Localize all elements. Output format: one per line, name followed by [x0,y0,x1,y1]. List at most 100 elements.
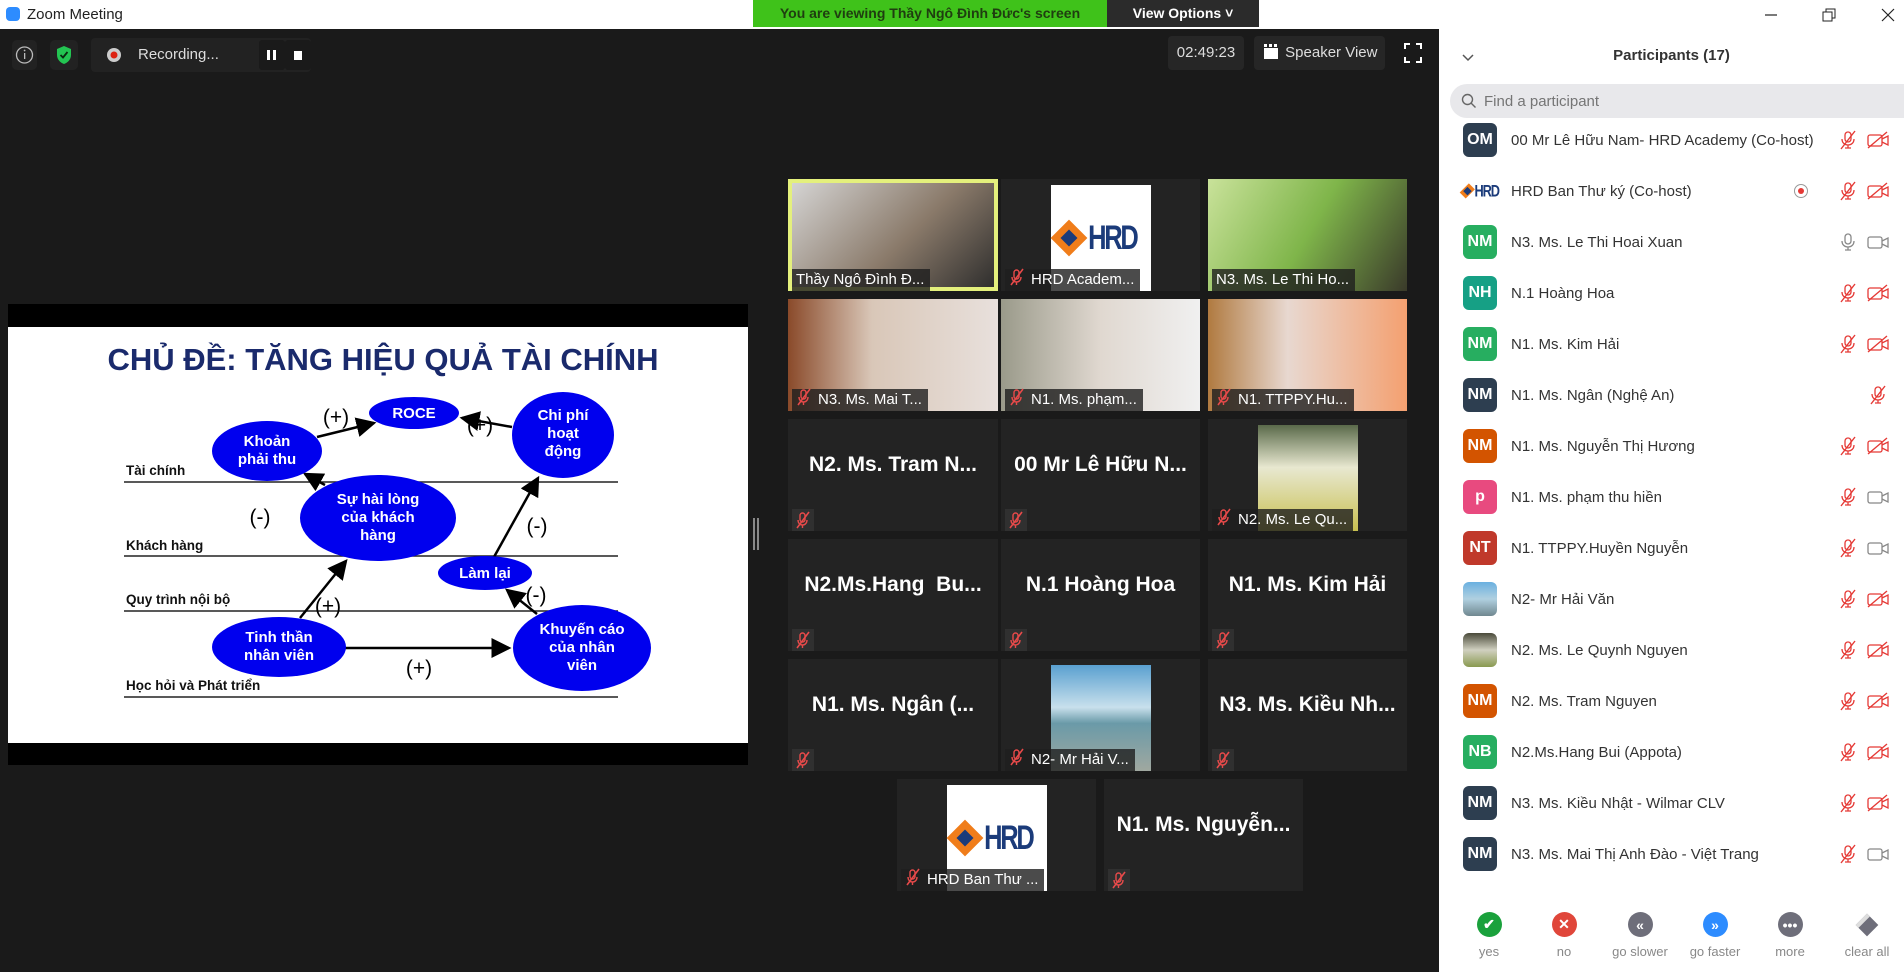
participant-name: N1. TTPPY.Hu... [1238,391,1348,408]
muted-mic-icon[interactable] [1867,384,1889,406]
video-tile[interactable]: N1. Ms. Nguyễn... [1104,779,1303,891]
participant-row[interactable]: NM N3. Ms. Mai Thị Anh Đào - Việt Trang [1439,832,1904,876]
video-tile[interactable]: HRD HRD Ban Thư ... [897,779,1096,891]
participant-name: N1. Ms. phạm thu hiền [1511,488,1662,506]
participant-row[interactable]: NM N1. Ms. Ngân (Nghệ An) [1439,373,1904,417]
hrd-logo-text: HRD [1088,218,1139,257]
muted-mic-icon[interactable] [1837,639,1859,661]
avatar-initials: NM [1467,692,1493,709]
video-tile[interactable]: N1. Ms. Kim Hải [1208,539,1407,651]
camera-off-icon[interactable] [1867,639,1889,661]
video-tile[interactable]: N2. Ms. Tram N... [788,419,998,531]
camera-off-icon[interactable] [1867,690,1889,712]
participant-name: N3. Ms. Mai T... [818,391,922,408]
layout-icon [1264,44,1278,59]
video-tile[interactable]: N1. TTPPY.Hu... [1208,299,1407,411]
participant-search-input[interactable] [1484,84,1884,118]
participant-row[interactable]: NH N.1 Hoàng Hoa [1439,271,1904,315]
muted-mic-icon[interactable] [1837,843,1859,865]
speaker-view-button[interactable]: Speaker View [1254,36,1385,70]
feedback-more-button[interactable]: ••• more [1755,912,1825,959]
pause-recording-button[interactable] [259,40,285,70]
meeting-info-icon[interactable] [12,40,37,70]
participant-name: N.1 Hoàng Hoa [1025,573,1176,596]
video-tile[interactable]: N1. Ms. phạm... [1001,299,1200,411]
camera-off-icon[interactable] [1867,180,1889,202]
feedback-clear-all-button[interactable]: clear all [1832,912,1902,959]
muted-mic-icon[interactable] [1837,333,1859,355]
muted-mic-icon[interactable] [1837,588,1859,610]
camera-off-icon[interactable] [1867,333,1889,355]
mic-icon[interactable] [1837,231,1859,253]
participant-row[interactable]: OM 00 Mr Lê Hữu Nam- HRD Academy (Co-host… [1439,118,1904,162]
participant-name: N1. Ms. Kim Hải [1511,335,1620,353]
participant-row[interactable]: N2- Mr Hải Văn [1439,577,1904,621]
video-tile[interactable]: N2.Ms.Hang Bu... [788,539,998,651]
participant-row[interactable]: NM N1. Ms. Nguyễn Thị Hương [1439,424,1904,468]
security-shield-icon[interactable] [50,40,78,70]
feedback-yes-button[interactable]: ✔ yes [1454,912,1524,959]
muted-mic-icon[interactable] [1837,435,1859,457]
video-tile[interactable]: HRD HRD Academ... [1001,179,1200,291]
participant-row[interactable]: NT N1. TTPPY.Huyền Nguyễn [1439,526,1904,570]
fullscreen-icon[interactable] [1402,40,1424,66]
muted-mic-icon[interactable] [1837,180,1859,202]
participant-row[interactable]: NB N2.Ms.Hang Bui (Appota) [1439,730,1904,774]
camera-off-icon[interactable] [1867,129,1889,151]
camera-off-icon[interactable] [1867,588,1889,610]
avatar [1463,633,1497,667]
camera-off-icon[interactable] [1867,741,1889,763]
feedback-label: more [1775,944,1805,959]
camera-icon[interactable] [1867,843,1889,865]
participant-row[interactable]: N2. Ms. Le Quynh Nguyen [1439,628,1904,672]
camera-icon[interactable] [1867,486,1889,508]
stop-recording-button[interactable] [285,40,311,70]
participant-row[interactable]: NM N1. Ms. Kim Hải [1439,322,1904,366]
restore-icon[interactable] [1817,4,1841,26]
minimize-icon[interactable] [1759,4,1783,26]
video-tile[interactable]: N2- Mr Hải V... [1001,659,1200,771]
view-options-button[interactable]: View Options ˅ [1107,0,1259,27]
node-label: nhân viên [244,647,314,664]
camera-off-icon[interactable] [1867,282,1889,304]
feedback-no-button[interactable]: ✕ no [1529,912,1599,959]
participant-row[interactable]: NM N3. Ms. Kiều Nhật - Wilmar CLV [1439,781,1904,825]
video-tile[interactable]: N.1 Hoàng Hoa [1001,539,1200,651]
participant-name: N1. Ms. Kim Hải [1228,573,1387,596]
muted-mic-icon[interactable] [1837,792,1859,814]
video-tile[interactable]: N3. Ms. Mai T... [788,299,998,411]
participant-row[interactable]: p N1. Ms. phạm thu hiền [1439,475,1904,519]
video-tile[interactable]: N3. Ms. Kiều Nh... [1208,659,1407,771]
feedback-go-faster-button[interactable]: » go faster [1680,912,1750,959]
camera-icon[interactable] [1867,231,1889,253]
go-slower-icon: « [1627,912,1653,937]
feedback-go-slower-button[interactable]: « go slower [1605,912,1675,959]
relation-sign: (-) [250,506,271,529]
muted-mic-icon[interactable] [1837,129,1859,151]
split-view-divider-handle[interactable] [753,518,759,550]
muted-mic-icon[interactable] [1837,486,1859,508]
camera-icon[interactable] [1867,537,1889,559]
video-tile[interactable]: 00 Mr Lê Hữu N... [1001,419,1200,531]
muted-mic-icon[interactable] [1837,690,1859,712]
participant-name: N3. Ms. Le Thi Hoai Xuan [1511,233,1683,251]
muted-mic-icon[interactable] [1837,537,1859,559]
video-tile[interactable]: N2. Ms. Le Qu... [1208,419,1407,531]
video-tile[interactable]: Thầy Ngô Đình Đ... [788,179,998,291]
muted-mic-icon[interactable] [1837,282,1859,304]
participant-row[interactable]: HRD HRD Ban Thư ký (Co-host) [1439,169,1904,213]
muted-mic-icon[interactable] [1837,741,1859,763]
camera-off-icon[interactable] [1867,435,1889,457]
go-faster-icon: » [1702,912,1728,937]
video-tile[interactable]: N1. Ms. Ngân (... [788,659,998,771]
video-tile[interactable]: N3. Ms. Le Thi Ho... [1208,179,1407,291]
participant-row[interactable]: NM N2. Ms. Tram Nguyen [1439,679,1904,723]
participant-search[interactable] [1450,84,1904,118]
more-icon: ••• [1777,912,1803,937]
camera-off-icon[interactable] [1867,792,1889,814]
recording-status: Recording... [138,46,219,63]
participant-row[interactable]: NM N3. Ms. Le Thi Hoai Xuan [1439,220,1904,264]
node-label: Chi phí [538,407,590,424]
participant-name: N1. Ms. Ngân (Nghệ An) [1511,386,1675,404]
close-icon[interactable] [1876,4,1900,26]
